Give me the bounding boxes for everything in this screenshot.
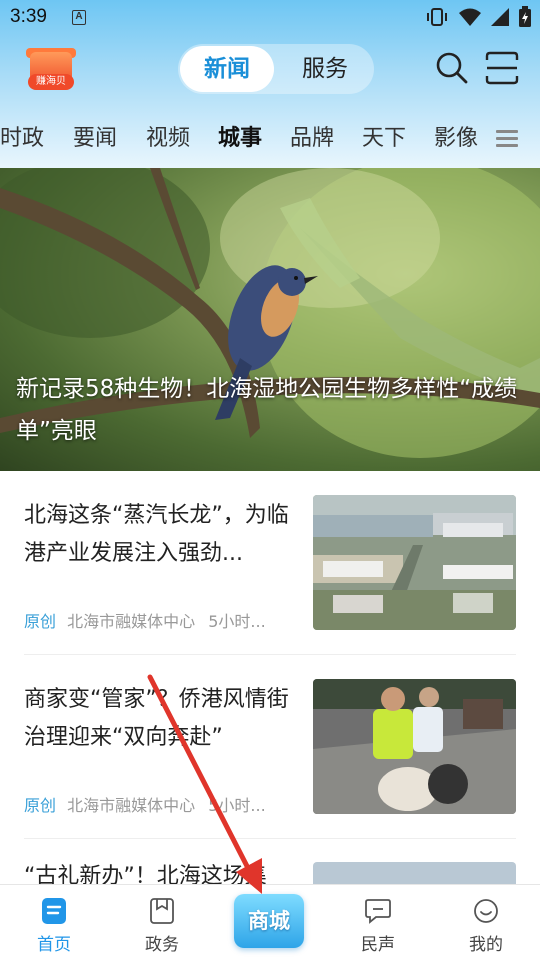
category-tab-active[interactable]: 城事 [218,120,262,152]
news-title: 北海这条“蒸汽长龙”，为临港产业发展注入强劲... [24,503,289,566]
news-source: 北海市融媒体中心 [67,612,196,631]
bookmark-icon [150,898,174,924]
divider [24,838,516,839]
tab-profile[interactable]: 我的 [432,885,540,960]
news-title: 商家变“管家”？侨港风情街治理迎来“双向奔赴” [24,687,289,750]
category-tab[interactable]: 要闻 [73,120,117,152]
logo-label: 赚海贝 [28,74,74,90]
hero-banner[interactable]: 新记录58种生物！北海湿地公园生物多样性“成绩单”亮眼 [0,168,540,471]
news-item[interactable]: 北海这条“蒸汽长龙”，为临港产业发展注入强劲... 原创 北海市融媒体中心 5小… [0,495,540,679]
search-icon[interactable] [434,50,470,86]
segment-services[interactable]: 服务 [278,46,372,92]
tab-label: 首页 [37,935,71,955]
status-time: 3:39 [10,6,47,27]
menu-icon[interactable] [484,50,520,86]
category-more-icon[interactable] [496,130,518,151]
news-title: “古礼新办”！北海这场集 [24,864,267,884]
vibrate-icon [427,8,447,26]
category-tab[interactable]: 时政 [0,120,44,152]
tab-mall-button[interactable]: 商城 [234,894,304,948]
news-tag: 原创 [24,796,57,815]
notification-icon: A [72,10,86,25]
news-meta: 原创 北海市融媒体中心 5小时... [24,792,266,816]
news-item[interactable]: 商家变“管家”？侨港风情街治理迎来“双向奔赴” 原创 北海市融媒体中心 5小时.… [0,679,540,863]
tab-government[interactable]: 政务 [108,885,216,960]
chat-icon [365,899,391,924]
wifi-icon [459,8,481,26]
news-thumbnail [313,862,516,884]
battery-icon [519,6,531,27]
tab-label: 政务 [145,935,179,955]
tab-label: 民声 [361,935,395,955]
app-header: 3:39 A 赚海贝 新闻 服务 时政 要闻 视频 城事 品牌 天下 影像 [0,0,540,168]
news-item[interactable]: “古礼新办”！北海这场集 [0,862,540,884]
profile-icon [474,899,498,923]
tab-label: 我的 [469,935,503,955]
home-icon [42,898,66,924]
category-bar: 时政 要闻 视频 城事 品牌 天下 影像 [0,112,540,158]
segment-switch: 新闻 服务 [178,44,374,94]
news-thumbnail [313,679,516,814]
news-thumbnail [313,495,516,630]
status-bar: 3:39 A [0,0,540,36]
tab-home[interactable]: 首页 [0,885,108,960]
reward-logo[interactable]: 赚海贝 [26,46,76,94]
news-tag: 原创 [24,612,57,631]
category-tab[interactable]: 天下 [362,120,406,152]
hero-title: 新记录58种生物！北海湿地公园生物多样性“成绩单”亮眼 [16,376,518,444]
category-tab[interactable]: 品牌 [290,120,334,152]
news-source: 北海市融媒体中心 [67,796,196,815]
tab-public-voice[interactable]: 民声 [324,885,432,960]
news-meta: 原创 北海市融媒体中心 5小时... [24,608,266,632]
segment-news[interactable]: 新闻 [180,46,274,92]
status-icons [424,6,532,28]
news-time: 5小时... [208,796,266,815]
news-time: 5小时... [208,612,266,631]
signal-icon [491,8,509,26]
divider [24,654,516,655]
category-tab[interactable]: 影像 [434,120,478,152]
category-tab[interactable]: 视频 [146,120,190,152]
